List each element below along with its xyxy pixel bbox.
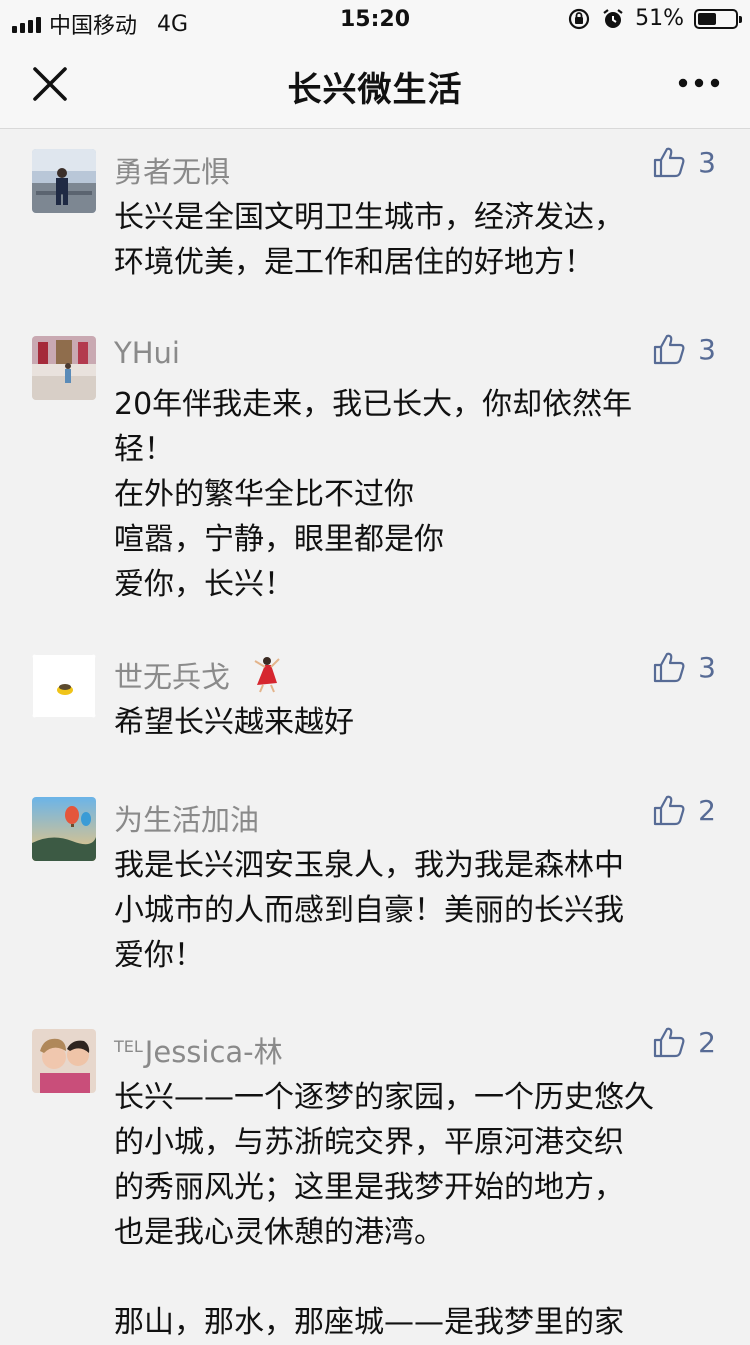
comment-item: 世无兵戈 3 希望长兴越来越好 xyxy=(0,634,750,774)
comment-item: YHui 3 20年伴我走来，我已长大，你却依然年 轻！ 在外的繁华全比不过你 … xyxy=(0,316,750,636)
battery-percent: 51% xyxy=(635,6,684,31)
comment-author: 勇者无惧 xyxy=(114,155,231,189)
comment-line: 小城市的人而感到自豪！美丽的长兴我 xyxy=(114,893,624,928)
like-count: 3 xyxy=(698,145,716,179)
tel-badge: TEL xyxy=(114,1037,143,1056)
comment-author: 为生活加油 xyxy=(114,803,260,837)
comment-line: 20年伴我走来，我已长大，你却依然年 xyxy=(114,387,633,422)
comment-line: 在外的繁华全比不过你 xyxy=(114,477,414,512)
comment-line: 环境优美，是工作和居住的好地方！ xyxy=(114,245,594,280)
like-count: 3 xyxy=(698,650,716,684)
comment-item: 为生活加油 2 我是长兴泗安玉泉人，我为我是森林中 小城市的人而感到自豪！美丽的… xyxy=(0,777,750,1007)
dancer-emoji-icon xyxy=(254,657,280,693)
comment-text: 长兴——一个逐梦的家园，一个历史悠久 的小城，与苏浙皖交界，平原河港交织 的秀丽… xyxy=(114,1075,724,1345)
comment-author: TELJessica-林 xyxy=(114,1035,283,1069)
thumbs-up-icon xyxy=(654,334,685,365)
comment-line: 希望长兴越来越好 xyxy=(114,705,354,740)
thumbs-up-icon xyxy=(654,1027,685,1058)
thumbs-up-icon xyxy=(654,795,685,826)
comment-item: 勇者无惧 3 长兴是全国文明卫生城市，经济发达， 环境优美，是工作和居住的好地方… xyxy=(0,129,750,315)
comment-line xyxy=(114,1255,724,1300)
comment-line: 长兴——一个逐梦的家园，一个历史悠久 xyxy=(114,1080,654,1115)
battery-fill xyxy=(698,12,716,25)
nav-bar: 长兴微生活 xyxy=(0,40,750,129)
comment-line: 喧嚣，宁静，眼里都是你 xyxy=(114,522,444,557)
comment-line: 轻！ xyxy=(114,432,174,467)
avatar[interactable] xyxy=(32,1029,96,1093)
comment-line: 我是长兴泗安玉泉人，我为我是森林中 xyxy=(114,848,624,883)
comment-text: 长兴是全国文明卫生城市，经济发达， 环境优美，是工作和居住的好地方！ xyxy=(114,195,724,285)
comment-line: 也是我心灵休憩的港湾。 xyxy=(114,1215,444,1250)
thumbs-up-icon xyxy=(654,147,685,178)
avatar[interactable] xyxy=(32,654,96,718)
comment-line: 的秀丽风光；这里是我梦开始的地方， xyxy=(114,1170,624,1205)
avatar[interactable] xyxy=(32,149,96,213)
comment-item: TELJessica-林 2 长兴——一个逐梦的家园，一个历史悠久 的小城，与苏… xyxy=(0,1009,750,1340)
thumbs-up-icon xyxy=(654,652,685,683)
comment-text: 希望长兴越来越好 xyxy=(114,700,724,745)
battery-icon xyxy=(694,8,742,29)
page-title: 长兴微生活 xyxy=(287,70,463,110)
like-button[interactable]: 2 xyxy=(652,1025,716,1059)
comment-text: 20年伴我走来，我已长大，你却依然年 轻！ 在外的繁华全比不过你 喧嚣，宁静，眼… xyxy=(114,382,724,607)
rotation-lock-icon xyxy=(568,8,590,29)
comment-author: 世无兵戈 xyxy=(114,654,285,696)
comment-text: 我是长兴泗安玉泉人，我为我是森林中 小城市的人而感到自豪！美丽的长兴我 爱你！ xyxy=(114,843,724,978)
avatar[interactable] xyxy=(32,797,96,861)
comment-line: 的小城，与苏浙皖交界，平原河港交织 xyxy=(114,1125,624,1160)
like-count: 2 xyxy=(698,1025,716,1059)
like-count: 3 xyxy=(698,332,716,366)
like-button[interactable]: 3 xyxy=(652,650,716,684)
like-button[interactable]: 3 xyxy=(652,145,716,179)
comment-author: YHui xyxy=(114,336,180,370)
comment-line: 爱你！ xyxy=(114,938,204,973)
comment-line: 爱你，长兴！ xyxy=(114,567,294,602)
like-count: 2 xyxy=(698,793,716,827)
like-button[interactable]: 2 xyxy=(652,793,716,827)
status-right: 51% xyxy=(567,6,742,31)
avatar[interactable] xyxy=(32,336,96,400)
comment-line: 长兴是全国文明卫生城市，经济发达， xyxy=(114,200,624,235)
more-icon[interactable] xyxy=(676,68,722,98)
alarm-icon xyxy=(603,8,623,28)
comment-line: 那山，那水，那座城——是我梦里的家 xyxy=(114,1305,624,1340)
like-button[interactable]: 3 xyxy=(652,332,716,366)
status-bar: 中国移动 4G 15:20 51% xyxy=(0,0,750,40)
